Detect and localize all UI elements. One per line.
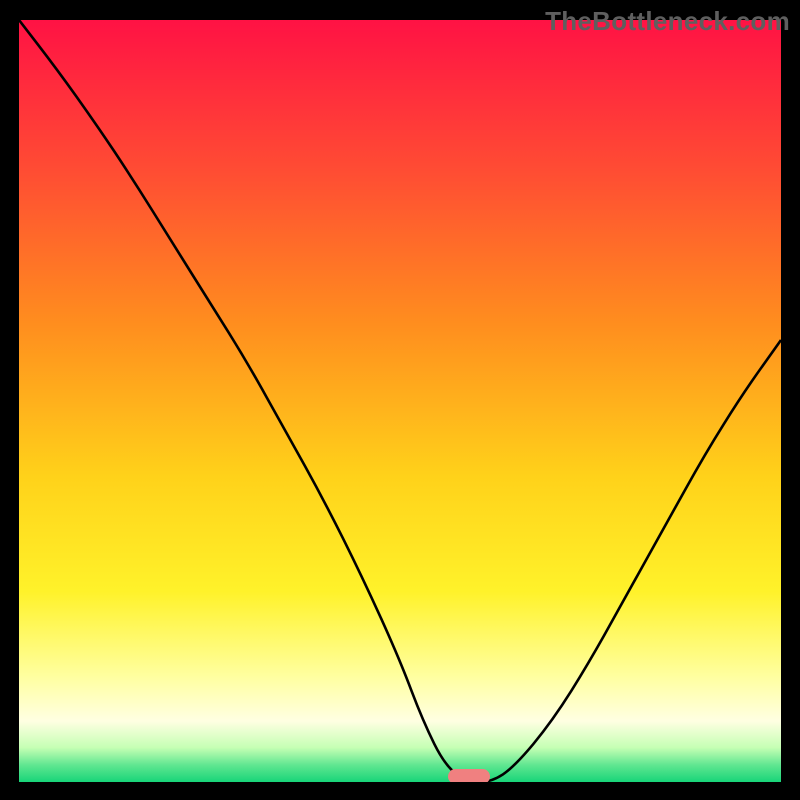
watermark-text: TheBottleneck.com bbox=[545, 6, 790, 37]
chart-svg bbox=[19, 20, 781, 782]
optimal-marker bbox=[448, 769, 490, 782]
plot-area bbox=[19, 20, 781, 782]
gradient-rect bbox=[19, 20, 781, 782]
chart-frame: TheBottleneck.com bbox=[0, 0, 800, 800]
